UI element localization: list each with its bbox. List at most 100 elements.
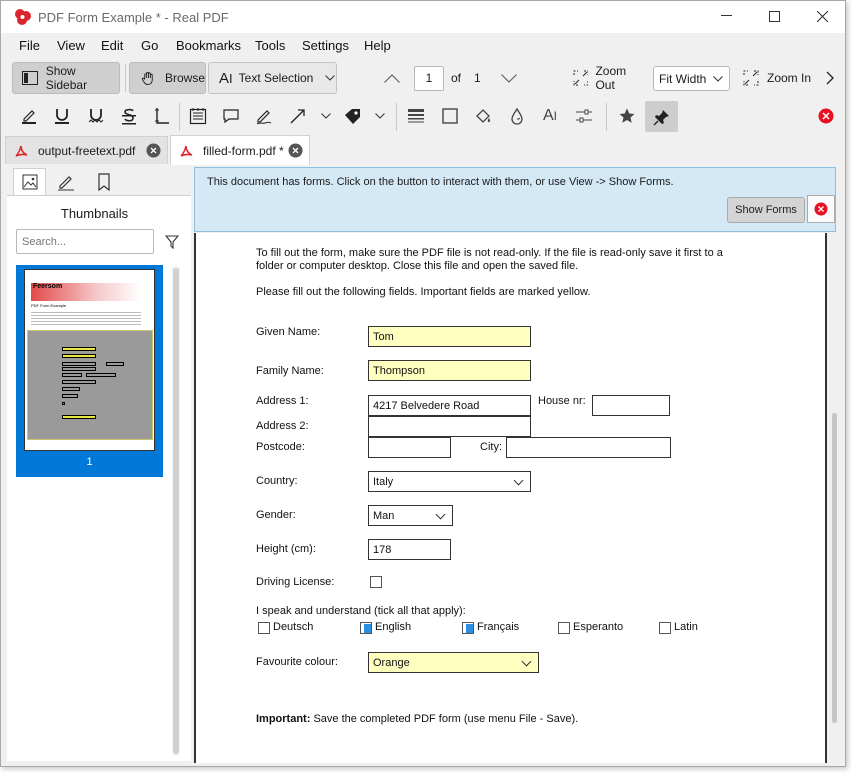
show-sidebar-button[interactable]: Show Sidebar (12, 62, 120, 94)
english-checkbox[interactable] (360, 622, 372, 634)
document-scroll-thumb[interactable] (832, 413, 837, 723)
menu-help[interactable]: Help (364, 38, 391, 53)
country-value: Italy (373, 475, 394, 488)
given-name-field[interactable]: Tom (368, 326, 531, 347)
address1-field[interactable]: 4217 Belvedere Road (368, 395, 531, 416)
deutsch-checkbox[interactable] (258, 622, 270, 634)
sidebar-tab-bookmarks[interactable] (87, 168, 120, 195)
given-name-label: Given Name: (256, 326, 321, 338)
comment-tool-button[interactable] (220, 105, 242, 127)
fill-color-button[interactable] (472, 105, 494, 127)
font-icon: AI (542, 107, 557, 124)
height-field[interactable]: 178 (368, 539, 451, 560)
page-number-input[interactable]: 1 (414, 66, 444, 91)
filter-button[interactable] (164, 234, 180, 250)
opacity-button[interactable] (506, 105, 528, 127)
zoom-in-button[interactable]: Zoom In (741, 65, 813, 91)
pin-button[interactable] (645, 101, 678, 132)
toolbar-divider (396, 103, 397, 131)
previous-page-button[interactable] (381, 68, 403, 88)
underline-tool-button[interactable] (51, 105, 73, 127)
close-tab-icon[interactable] (146, 143, 161, 158)
strikeout-tool-button[interactable] (118, 105, 140, 127)
postcode-label: Postcode: (256, 441, 305, 453)
esperanto-label: Esperanto (573, 621, 624, 633)
app-logo-icon (13, 7, 33, 27)
family-name-field[interactable]: Thompson (368, 360, 531, 381)
maximize-button[interactable] (751, 1, 797, 31)
squiggly-tool-button[interactable] (85, 105, 107, 127)
toolbar-overflow-button[interactable] (823, 68, 837, 88)
tag-icon (345, 109, 360, 124)
menu-view[interactable]: View (57, 38, 85, 53)
underline-icon (55, 109, 69, 124)
important-note: Important: Save the completed PDF form (… (256, 713, 578, 725)
show-forms-button[interactable]: Show Forms (727, 197, 805, 223)
stamp-tool-dropdown[interactable] (373, 109, 387, 123)
show-sidebar-label: Show Sidebar (45, 64, 88, 92)
forms-banner: This document has forms. Click on the bu… (194, 167, 836, 232)
signature-tool-button[interactable] (253, 105, 275, 127)
text-selection-button[interactable]: AI Text Selection (208, 62, 337, 94)
close-window-button[interactable] (799, 1, 845, 31)
tab-output-freetext[interactable]: output-freetext.pdf (5, 136, 168, 164)
pdf-icon (180, 145, 193, 157)
close-tab-icon[interactable] (288, 143, 303, 158)
text-insert-icon (155, 108, 169, 124)
menu-edit[interactable]: Edit (101, 38, 123, 53)
francais-checkbox[interactable] (462, 622, 474, 634)
line-width-button[interactable] (405, 105, 427, 127)
zoom-out-button[interactable]: Zoom Out (569, 64, 647, 92)
page-thumbnail-image: Feersom PDF Form Example (24, 269, 155, 451)
menu-settings[interactable]: Settings (302, 38, 349, 53)
sidebar-tab-annotations[interactable] (49, 168, 82, 195)
gender-select[interactable]: Man (368, 505, 453, 526)
postcode-field[interactable] (368, 437, 451, 458)
thumbnails-panel: Thumbnails Feersom PDF Form Example (7, 195, 191, 761)
line-tool-dropdown[interactable] (319, 109, 333, 123)
sidebar-tab-thumbnails[interactable] (13, 168, 46, 195)
menu-bookmarks[interactable]: Bookmarks (176, 38, 241, 53)
favorite-button[interactable] (615, 105, 639, 127)
pen-sign-icon (256, 110, 272, 125)
page-thumbnail-selected[interactable]: Feersom PDF Form Example 1 (16, 265, 163, 477)
line-tool-button[interactable] (287, 105, 309, 127)
menu-tools[interactable]: Tools (255, 38, 285, 53)
menu-go[interactable]: Go (141, 38, 158, 53)
text-cursor-tool-button[interactable] (151, 105, 173, 127)
thumbnail-search-input[interactable] (16, 229, 154, 254)
highlight-tool-button[interactable] (18, 105, 40, 127)
image-icon (22, 174, 37, 190)
thumbnails-title: Thumbnails (60, 206, 129, 221)
browse-button[interactable]: Browse (129, 62, 206, 94)
sidebar-scroll-thumb[interactable] (173, 268, 179, 754)
text-cursor-icon: AI (219, 69, 233, 87)
chevron-down-icon (501, 73, 517, 83)
zoom-in-icon (743, 70, 759, 86)
close-circle-icon (814, 202, 828, 216)
close-toolbar-button[interactable] (817, 107, 835, 125)
minimize-button[interactable] (703, 1, 749, 31)
menu-file[interactable]: File (19, 38, 40, 53)
properties-button[interactable] (573, 105, 595, 127)
free-text-tool-button[interactable] (187, 105, 209, 127)
document-scrollbar[interactable] (829, 233, 841, 763)
font-button[interactable]: AI (539, 105, 561, 127)
esperanto-checkbox[interactable] (558, 622, 570, 634)
favourite-colour-select[interactable]: Orange (368, 652, 539, 673)
city-field[interactable] (506, 437, 671, 458)
stamp-tool-button[interactable] (341, 105, 365, 127)
house-nr-field[interactable] (592, 395, 670, 416)
driving-license-checkbox[interactable] (370, 576, 382, 588)
address2-field[interactable] (368, 416, 531, 437)
latin-checkbox[interactable] (659, 622, 671, 634)
tab-filled-form[interactable]: filled-form.pdf * (170, 135, 310, 165)
zoom-out-icon (573, 70, 589, 86)
zoom-level-select[interactable]: Fit Width (653, 66, 730, 91)
next-page-button[interactable] (498, 68, 520, 88)
sidebar-icon (22, 71, 38, 85)
border-style-button[interactable] (439, 105, 461, 127)
dismiss-banner-button[interactable] (807, 195, 835, 223)
country-select[interactable]: Italy (368, 471, 531, 492)
sidebar-scrollbar[interactable] (172, 266, 180, 756)
